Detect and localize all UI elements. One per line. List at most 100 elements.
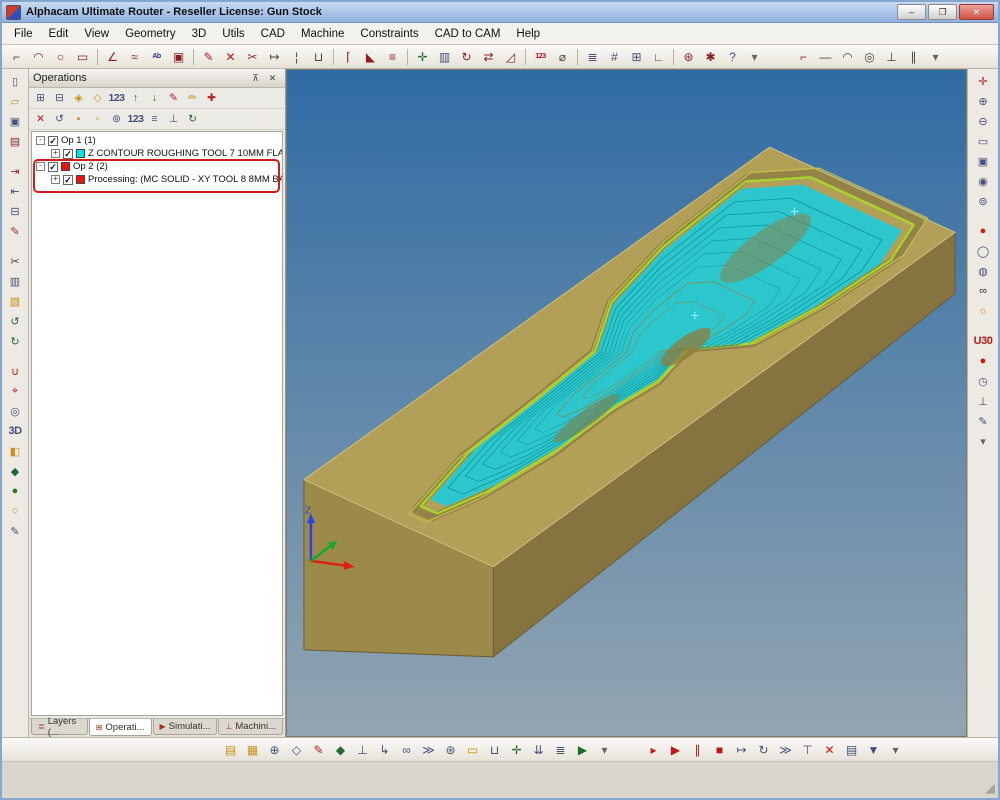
dimension-icon[interactable]: 123 — [530, 46, 551, 67]
rotate-icon[interactable]: ↻ — [456, 46, 477, 67]
operations-panel-header[interactable]: Operations ⊼ ✕ — [29, 69, 285, 88]
nc-code-icon[interactable]: ≣ — [550, 739, 571, 760]
menu-geometry[interactable]: Geometry — [117, 26, 184, 42]
operation-checkbox[interactable]: ✓ — [63, 149, 73, 159]
sim-options-icon[interactable]: ▾ — [885, 739, 906, 760]
magnifier-icon[interactable]: ⊚ — [972, 191, 994, 211]
collision-check-icon[interactable]: ✕ — [819, 739, 840, 760]
operation-label[interactable]: Processing: (MC SOLID - XY TOOL 8 8MM BA… — [88, 174, 282, 185]
copy-clipboard-icon[interactable]: ▥ — [4, 271, 26, 291]
rotate-30-icon[interactable]: U30 — [972, 331, 994, 351]
operation-label[interactable]: Z CONTOUR ROUGHING TOOL 7 10MM FLAT — [88, 148, 282, 159]
stop-simulation-icon[interactable]: ■ — [709, 739, 730, 760]
layers-icon[interactable]: ≣ — [582, 46, 603, 67]
zoom-previous-icon[interactable]: ◉ — [972, 171, 994, 191]
refresh-ops-icon[interactable]: ↻ — [183, 110, 202, 129]
constraints-options-icon[interactable]: ▾ — [925, 46, 946, 67]
expand-icon[interactable]: + — [51, 175, 60, 184]
move-op-down-icon[interactable]: ↓ — [145, 89, 164, 108]
stock-define-icon[interactable]: ▭ — [462, 739, 483, 760]
join-icon[interactable]: ⊔ — [308, 46, 329, 67]
constraint-tangent-icon[interactable]: ◠ — [837, 46, 858, 67]
title-bar[interactable]: Alphacam Ultimate Router - Reseller Lice… — [2, 2, 998, 23]
wireframe-icon[interactable]: ◯ — [972, 241, 994, 261]
circle-icon[interactable]: ○ — [50, 46, 71, 67]
order-123-icon[interactable]: 123 — [126, 110, 145, 129]
measure-icon[interactable]: ⌀ — [552, 46, 573, 67]
machining-options-icon[interactable]: ▾ — [594, 739, 615, 760]
grid-icon[interactable]: # — [604, 46, 625, 67]
offset-icon[interactable]: ≡ — [382, 46, 403, 67]
explode-icon[interactable]: ✱ — [700, 46, 721, 67]
edit-geometry-icon[interactable]: ✎ — [198, 46, 219, 67]
save-drawing-icon[interactable]: ▣ — [4, 111, 26, 131]
extend-icon[interactable]: ↦ — [264, 46, 285, 67]
insert-cad-icon[interactable]: ⇥ — [4, 161, 26, 181]
contour-machine-icon[interactable]: ◇ — [286, 739, 307, 760]
query-icon[interactable]: ? — [722, 46, 743, 67]
tool-display-icon[interactable]: ⊤ — [797, 739, 818, 760]
zoom-window-icon[interactable]: ▭ — [972, 131, 994, 151]
scale-icon[interactable]: ◿ — [500, 46, 521, 67]
plot-icon[interactable]: ✎ — [4, 221, 26, 241]
menu-constraints[interactable]: Constraints — [352, 26, 426, 42]
3d-viewport[interactable]: Z — [286, 69, 967, 737]
constraint-free-icon[interactable]: ⌐ — [793, 46, 814, 67]
view-notes-icon[interactable]: ✎ — [972, 411, 994, 431]
engrave-icon[interactable]: ✎ — [308, 739, 329, 760]
move-icon[interactable]: ✛ — [412, 46, 433, 67]
expand-icon[interactable]: + — [51, 149, 60, 158]
work-volume-icon[interactable]: ◆ — [4, 461, 26, 481]
unlock-operation-icon[interactable]: ◇ — [88, 89, 107, 108]
add-operation-icon[interactable]: ⊞ — [31, 89, 50, 108]
rectangle-icon[interactable]: ▭ — [72, 46, 93, 67]
zoom-out-icon[interactable]: ⊖ — [972, 111, 994, 131]
menu-cad[interactable]: CAD — [253, 26, 293, 42]
open-drawing-icon[interactable]: ▱ — [4, 91, 26, 111]
tab-layers-[interactable]: ≣Layers (... — [31, 719, 88, 735]
edit-operation-icon[interactable]: ✎ — [164, 89, 183, 108]
operation-label[interactable]: Op 2 (2) — [73, 161, 108, 172]
operation-tree-row[interactable]: -✓Op 2 (2) — [32, 160, 282, 173]
tool-vector-icon[interactable]: ⊥ — [972, 391, 994, 411]
machine-sim-icon[interactable]: ▶ — [572, 739, 593, 760]
viewport-canvas[interactable]: Z — [287, 70, 966, 736]
tab-simulati-[interactable]: ▶Simulati... — [153, 719, 218, 735]
tab-operati-[interactable]: ⊞Operati... — [89, 719, 152, 736]
delete-icon[interactable]: ✕ — [220, 46, 241, 67]
link-moves-icon[interactable]: ∞ — [396, 739, 417, 760]
record-view-icon[interactable]: ● — [972, 351, 994, 371]
run-simulation-icon[interactable]: ▶ — [665, 739, 686, 760]
sim-speed-icon[interactable]: ≫ — [775, 739, 796, 760]
render-icon[interactable]: ● — [972, 221, 994, 241]
maximize-button[interactable]: ❐ — [928, 4, 957, 20]
spline-icon[interactable]: ≈ — [124, 46, 145, 67]
pause-simulation-icon[interactable]: ∥ — [687, 739, 708, 760]
find-operation-icon[interactable]: ⊚ — [107, 110, 126, 129]
snap-grid-icon[interactable]: ⊞ — [626, 46, 647, 67]
constraint-horizontal-icon[interactable]: — — [815, 46, 836, 67]
renumber-icon[interactable]: 123 — [107, 89, 126, 108]
menu-3d[interactable]: 3D — [184, 26, 215, 42]
loop-icon[interactable]: ↻ — [753, 739, 774, 760]
chamfer-icon[interactable]: ◣ — [360, 46, 381, 67]
menu-help[interactable]: Help — [508, 26, 548, 42]
operation-label[interactable]: Op 1 (1) — [61, 135, 96, 146]
lead-in-icon[interactable]: ↳ — [374, 739, 395, 760]
magnet-snap-icon[interactable]: ∪ — [4, 361, 26, 381]
unlock-all-icon[interactable]: ▫ — [88, 110, 107, 129]
post-process-icon[interactable]: ⇊ — [528, 739, 549, 760]
menu-file[interactable]: File — [6, 26, 41, 42]
stereo-glasses-icon[interactable]: ∞ — [972, 281, 994, 301]
panel-close-icon[interactable]: ✕ — [264, 70, 281, 86]
menu-view[interactable]: View — [76, 26, 117, 42]
collapse-icon[interactable]: - — [36, 162, 45, 171]
work-origin-icon[interactable]: ✛ — [506, 739, 527, 760]
tab-machini-[interactable]: ⊥Machini... — [218, 719, 283, 735]
minimize-button[interactable]: – — [897, 4, 926, 20]
select-op-icon[interactable]: ▸ — [643, 739, 664, 760]
op-list-icon[interactable]: ≡ — [145, 110, 164, 129]
toolbar-options-icon[interactable]: ▾ — [744, 46, 765, 67]
operation-tree-row[interactable]: +✓Processing: (MC SOLID - XY TOOL 8 8MM … — [32, 173, 282, 186]
tool-direction-icon[interactable]: ⊥ — [352, 739, 373, 760]
